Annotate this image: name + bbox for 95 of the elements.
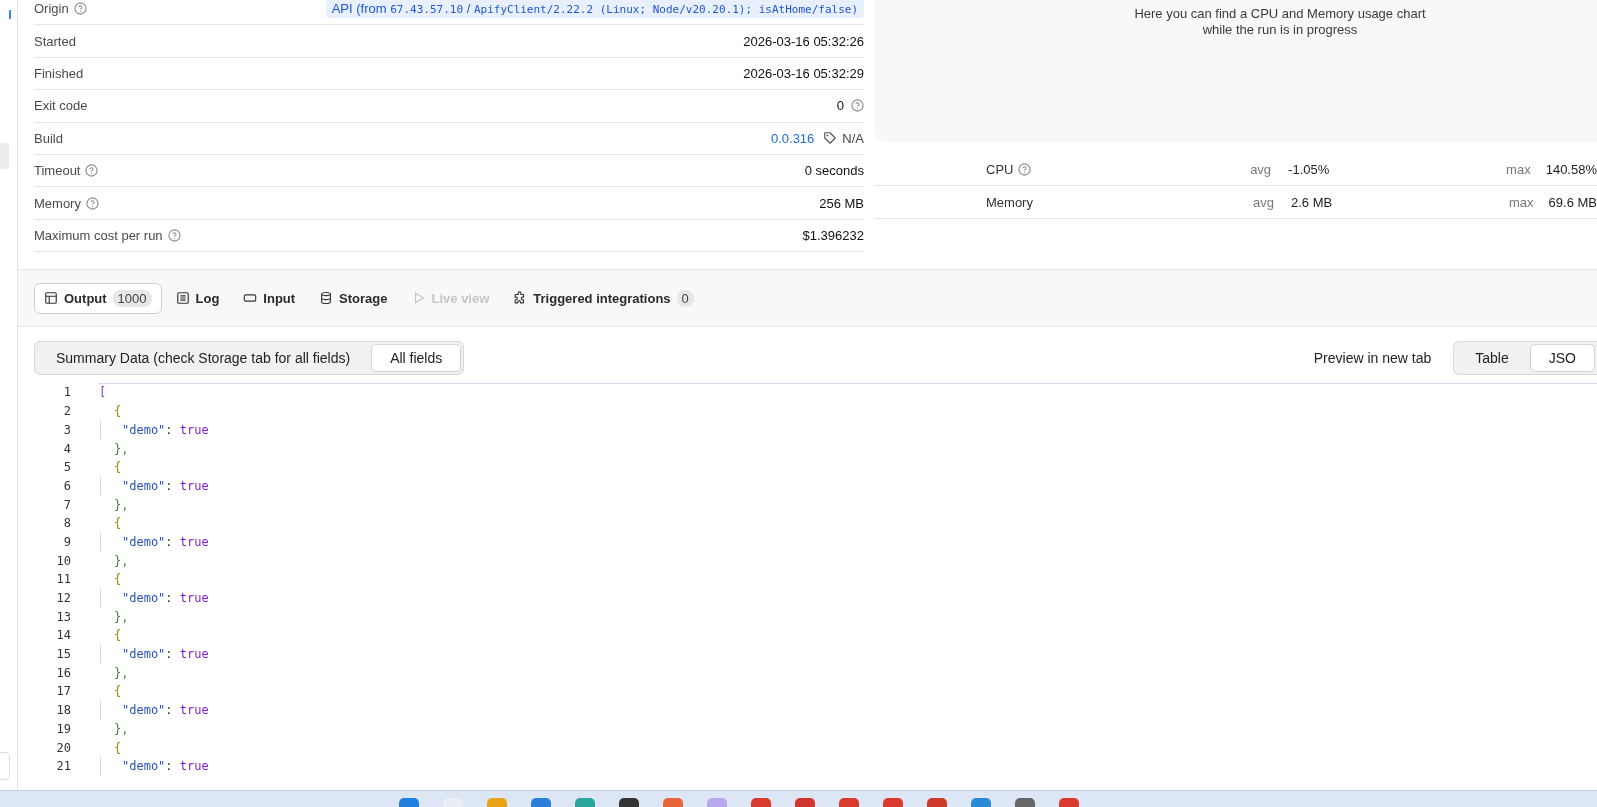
tab[interactable]: Triggered integrations 0: [503, 282, 704, 314]
line-number: 11: [55, 572, 71, 587]
usage-label: Memory: [986, 194, 1033, 210]
line-number: 1: [62, 385, 71, 400]
build-link[interactable]: 0.0.316: [770, 130, 815, 146]
detail-label: Finished: [34, 65, 84, 81]
detail-label: Build: [34, 130, 63, 146]
help-icon[interactable]: [851, 99, 864, 113]
max-value: 140.58%: [1545, 162, 1597, 178]
line-number: 17: [55, 684, 71, 699]
format-option[interactable]: Table: [1456, 344, 1528, 373]
code-token: },: [114, 441, 129, 456]
line-number: 2: [62, 404, 71, 419]
max-label: max: [1506, 162, 1531, 178]
code-token: },: [114, 665, 129, 680]
line-number: 6: [62, 478, 71, 493]
code-token: {: [114, 740, 122, 755]
view-option[interactable]: All fields: [371, 344, 462, 373]
detail-value: 0: [836, 98, 844, 114]
code-token: },: [114, 497, 129, 512]
line-number: 14: [55, 628, 71, 643]
code-text: "demo": true: [122, 703, 209, 718]
line-number: 4: [62, 441, 71, 456]
code-token: {: [114, 516, 122, 531]
line-number: 12: [55, 591, 71, 606]
line-number: 8: [62, 516, 71, 531]
tag-icon: [823, 131, 838, 146]
code-text: "demo": true: [122, 759, 209, 774]
detail-label: Timeout: [34, 163, 81, 179]
help-icon[interactable]: [73, 2, 87, 16]
table-icon: [44, 291, 58, 306]
line-number: 13: [55, 609, 71, 624]
avg-label: avg: [1253, 194, 1274, 210]
line-number: 16: [55, 665, 71, 680]
line-number: 5: [62, 460, 71, 475]
usage-label: CPU: [986, 162, 1014, 178]
tab[interactable]: Log: [165, 283, 230, 313]
avg-label: avg: [1250, 162, 1272, 178]
code-token: {: [114, 404, 122, 419]
tab[interactable]: Storage: [309, 283, 398, 313]
list-icon: [175, 291, 190, 306]
detail-label: Started: [34, 33, 76, 49]
count-badge: 0: [676, 289, 694, 307]
count-badge: 1000: [112, 289, 152, 307]
code-token: },: [114, 721, 129, 736]
max-value: 69.6 MB: [1548, 194, 1597, 210]
code-text: "demo": true: [122, 478, 209, 493]
line-number: 7: [62, 497, 71, 512]
tag-value: N/A: [842, 130, 864, 146]
line-number: 20: [55, 740, 71, 755]
detail-value: 2026-03-16 05:32:26: [743, 33, 864, 49]
avg-value: 2.6 MB: [1291, 194, 1334, 210]
detail-label: Memory: [34, 195, 81, 211]
code-token: },: [114, 553, 129, 568]
view-option[interactable]: Summary Data (check Storage tab for all fields): [37, 344, 370, 373]
detail-value: $1.396232: [802, 227, 864, 243]
detail-value: 256 MB: [819, 195, 864, 211]
line-number: 3: [62, 422, 71, 437]
code-token: {: [114, 460, 122, 475]
code-token: },: [114, 609, 129, 624]
line-number: 10: [55, 553, 71, 568]
preview-link[interactable]: Preview in new tab: [1313, 350, 1432, 367]
detail-value: 0 seconds: [804, 163, 864, 179]
line-number: 15: [55, 647, 71, 662]
help-icon[interactable]: [85, 196, 99, 210]
avg-value: -1.05%: [1288, 162, 1331, 178]
database-icon: [319, 291, 334, 306]
max-label: max: [1509, 194, 1534, 210]
code-editor[interactable]: 1 [ 2 { 3 "demo": true 4 }, 5 { 6 "demo": true 7 }, 8 { 9 "demo": true 10 }, 11 { 12 "demo": true 13 }, 14 { 15 "demo": true 16 }, 17 { 18 "demo": true 19 }, 20 { 21 "demo": true: [18, 383, 1597, 791]
help-icon[interactable]: [85, 164, 99, 178]
detail-value: 2026-03-16 05:32:29: [743, 65, 864, 81]
chart-placeholder-text: Here you can find a CPU and Memory usage chart: [1134, 6, 1426, 22]
line-number: 9: [62, 534, 71, 549]
code-token: [: [99, 385, 107, 400]
code-token: {: [114, 684, 122, 699]
tab[interactable]: Output 1000: [34, 282, 162, 314]
detail-label: Origin: [34, 1, 69, 17]
tab[interactable]: Input: [233, 283, 306, 313]
help-icon[interactable]: [1018, 163, 1032, 177]
code-token: {: [114, 572, 122, 587]
sidebar-item-edge[interactable]: [9, 10, 14, 19]
line-number: 21: [55, 759, 71, 774]
format-option[interactable]: JSO: [1529, 344, 1595, 373]
detail-label: Exit code: [34, 98, 88, 114]
help-icon[interactable]: [167, 228, 181, 242]
code-text: "demo": true: [122, 422, 209, 437]
code-text: "demo": true: [122, 534, 209, 549]
code-text: "demo": true: [122, 647, 209, 662]
code-token: {: [114, 628, 122, 643]
line-number: 19: [55, 721, 71, 736]
origin-badge: API (from 67.43.57.10 / ApifyClient/2.22.2 (Linux; Node/v20.20.1); isAtHome/false): [325, 0, 864, 19]
code-text: "demo": true: [122, 591, 209, 606]
chart-placeholder-text: while the run is in progress: [1202, 22, 1358, 38]
detail-label: Maximum cost per run: [34, 227, 163, 243]
line-number: 18: [55, 703, 71, 718]
